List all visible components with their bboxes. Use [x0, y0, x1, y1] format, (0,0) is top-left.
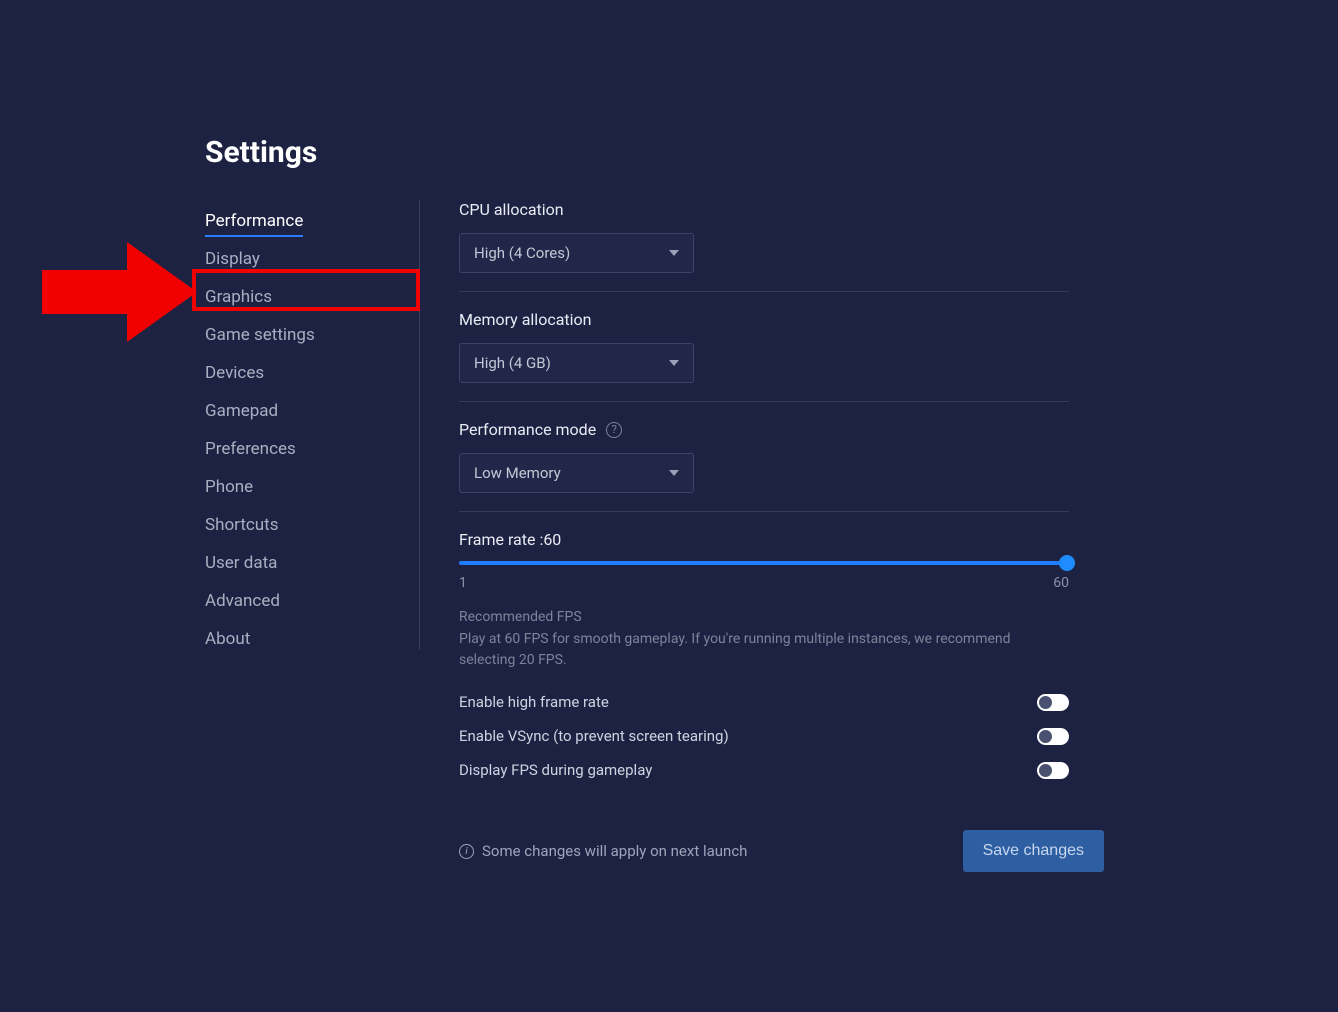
sidebar-item-about[interactable]: About — [205, 621, 425, 657]
toggle-knob — [1039, 696, 1052, 709]
performance-mode-select[interactable]: Low Memory — [459, 453, 694, 493]
sidebar-item-graphics[interactable]: Graphics — [205, 279, 425, 315]
cpu-allocation-section: CPU allocation High (4 Cores) — [459, 200, 1069, 292]
sidebar-item-label: Game settings — [205, 325, 315, 345]
memory-allocation-select[interactable]: High (4 GB) — [459, 343, 694, 383]
sidebar-item-gamepad[interactable]: Gamepad — [205, 393, 425, 429]
sidebar-item-label: About — [205, 629, 250, 649]
toggle-row-display-fps: Display FPS during gameplay — [459, 753, 1069, 787]
sidebar-item-shortcuts[interactable]: Shortcuts — [205, 507, 425, 543]
settings-main: CPU allocation High (4 Cores) Memory all… — [459, 200, 1069, 787]
frame-rate-slider[interactable] — [459, 561, 1069, 565]
frame-rate-max: 60 — [1053, 575, 1069, 591]
cpu-allocation-value: High (4 Cores) — [474, 244, 570, 262]
sidebar-item-performance[interactable]: Performance — [205, 203, 425, 239]
performance-mode-label-text: Performance mode — [459, 420, 596, 439]
sidebar-item-phone[interactable]: Phone — [205, 469, 425, 505]
settings-sidebar: Performance Display Graphics Game settin… — [205, 203, 425, 659]
chevron-down-icon — [669, 360, 679, 366]
sidebar-item-advanced[interactable]: Advanced — [205, 583, 425, 619]
cpu-allocation-select[interactable]: High (4 Cores) — [459, 233, 694, 273]
recommended-fps-title: Recommended FPS — [459, 609, 1069, 625]
memory-allocation-label: Memory allocation — [459, 310, 1069, 329]
slider-thumb[interactable] — [1059, 555, 1075, 571]
sidebar-item-game-settings[interactable]: Game settings — [205, 317, 425, 353]
memory-allocation-section: Memory allocation High (4 GB) — [459, 310, 1069, 402]
info-icon — [459, 844, 474, 859]
frame-rate-section: Frame rate : 60 1 60 Recommended FPS Pla… — [459, 530, 1069, 787]
chevron-down-icon — [669, 250, 679, 256]
frame-rate-value: 60 — [543, 530, 561, 549]
high-frame-rate-label: Enable high frame rate — [459, 693, 609, 711]
toggle-row-high-frame: Enable high frame rate — [459, 685, 1069, 719]
memory-allocation-value: High (4 GB) — [474, 354, 551, 372]
sidebar-item-display[interactable]: Display — [205, 241, 425, 277]
footer: Some changes will apply on next launch S… — [459, 830, 1104, 872]
frame-rate-label-prefix: Frame rate : — [459, 530, 543, 549]
frame-rate-scale: 1 60 — [459, 575, 1069, 591]
performance-mode-section: Performance mode ? Low Memory — [459, 420, 1069, 512]
footer-note: Some changes will apply on next launch — [459, 842, 747, 860]
sidebar-item-label: Gamepad — [205, 401, 278, 421]
footer-note-text: Some changes will apply on next launch — [482, 842, 747, 860]
toggle-knob — [1039, 764, 1052, 777]
vsync-label: Enable VSync (to prevent screen tearing) — [459, 727, 729, 745]
help-icon[interactable]: ? — [606, 422, 622, 438]
toggle-row-vsync: Enable VSync (to prevent screen tearing) — [459, 719, 1069, 753]
sidebar-item-label: Preferences — [205, 439, 296, 459]
sidebar-item-label: User data — [205, 553, 277, 573]
high-frame-rate-toggle[interactable] — [1037, 694, 1069, 711]
sidebar-item-label: Performance — [205, 211, 303, 237]
performance-mode-label: Performance mode ? — [459, 420, 1069, 439]
toggle-knob — [1039, 730, 1052, 743]
sidebar-item-label: Graphics — [205, 287, 272, 307]
page-title: Settings — [205, 135, 317, 170]
recommended-fps-text: Play at 60 FPS for smooth gameplay. If y… — [459, 629, 1069, 671]
frame-rate-min: 1 — [459, 575, 467, 591]
frame-rate-label: Frame rate : 60 — [459, 530, 1069, 549]
chevron-down-icon — [669, 470, 679, 476]
cpu-allocation-label: CPU allocation — [459, 200, 1069, 219]
sidebar-item-label: Phone — [205, 477, 253, 497]
vsync-toggle[interactable] — [1037, 728, 1069, 745]
annotation-arrow-icon — [32, 232, 202, 352]
sidebar-item-label: Advanced — [205, 591, 280, 611]
sidebar-item-preferences[interactable]: Preferences — [205, 431, 425, 467]
performance-mode-value: Low Memory — [474, 464, 561, 482]
sidebar-item-devices[interactable]: Devices — [205, 355, 425, 391]
sidebar-item-label: Shortcuts — [205, 515, 279, 535]
sidebar-item-label: Devices — [205, 363, 264, 383]
save-changes-button[interactable]: Save changes — [963, 830, 1104, 872]
sidebar-item-user-data[interactable]: User data — [205, 545, 425, 581]
vertical-divider — [419, 200, 420, 650]
sidebar-item-label: Display — [205, 249, 260, 269]
display-fps-label: Display FPS during gameplay — [459, 761, 652, 779]
display-fps-toggle[interactable] — [1037, 762, 1069, 779]
